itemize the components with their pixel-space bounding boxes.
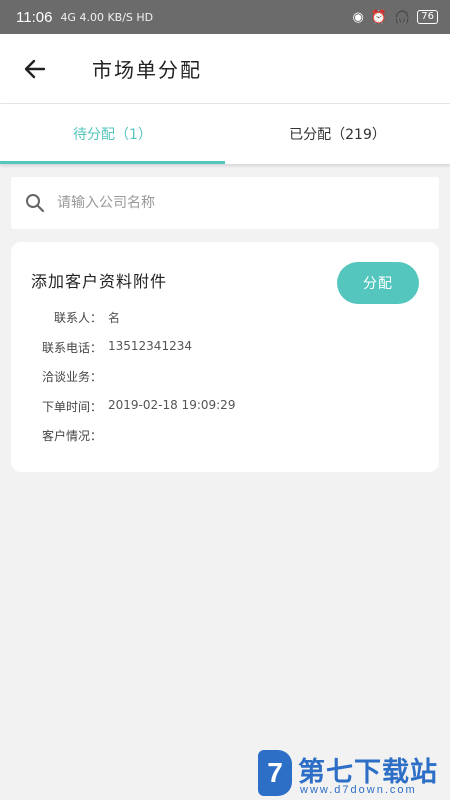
tab-bar: 待分配（1） 已分配（219） <box>0 104 450 164</box>
app-bar: 市场单分配 <box>0 34 450 104</box>
field-label: 联系电话： <box>41 341 102 355</box>
field-label: 洽谈业务： <box>41 370 102 384</box>
field-value: 名 <box>108 311 121 325</box>
search-bar <box>11 177 439 229</box>
field-row-business: 洽谈业务： <box>11 368 108 385</box>
headphones-icon: 🎧 <box>394 9 411 25</box>
field-row-phone: 联系电话： 13512341234 <box>11 339 192 356</box>
battery-icon: 76 <box>417 10 438 24</box>
field-value: 13512341234 <box>108 339 192 353</box>
watermark-url: www.d7down.com <box>300 784 417 796</box>
field-label: 联系人： <box>53 311 102 325</box>
back-arrow-icon <box>24 59 46 78</box>
alarm-icon: ⏰ <box>370 9 388 25</box>
status-time: 11:06 <box>16 8 53 26</box>
status-icons: ◉ ⏰ 🎧 76 <box>353 10 438 25</box>
watermark: 7 第七下载站 www.d7down.com <box>258 748 450 800</box>
tab-assigned[interactable]: 已分配（219） <box>225 104 450 164</box>
search-input[interactable] <box>57 195 417 211</box>
order-card[interactable]: 添加客户资料附件 分配 联系人： 名 联系电话： 13512341234 洽谈业… <box>11 242 439 472</box>
back-button[interactable] <box>0 34 70 104</box>
watermark-logo: 7 <box>258 750 292 796</box>
search-icon <box>26 194 45 213</box>
field-row-customer-status: 客户情况： <box>11 427 108 444</box>
assign-button[interactable]: 分配 <box>337 262 419 304</box>
field-label: 下单时间： <box>41 400 102 414</box>
status-network: 4G 4.00 KB/S HD <box>60 10 154 24</box>
field-label: 客户情况： <box>41 429 102 443</box>
field-row-order-time: 下单时间： 2019-02-18 19:09:29 <box>11 398 235 415</box>
field-row-contact: 联系人： 名 <box>11 309 120 326</box>
tab-pending[interactable]: 待分配（1） <box>0 104 225 164</box>
field-value: 2019-02-18 19:09:29 <box>108 398 236 412</box>
order-name: 添加客户资料附件 <box>31 272 168 291</box>
vibrate-icon: ◉ <box>352 9 364 25</box>
page-title: 市场单分配 <box>92 58 202 82</box>
status-bar: 11:06 4G 4.00 KB/S HD ◉ ⏰ 🎧 76 <box>0 0 450 34</box>
